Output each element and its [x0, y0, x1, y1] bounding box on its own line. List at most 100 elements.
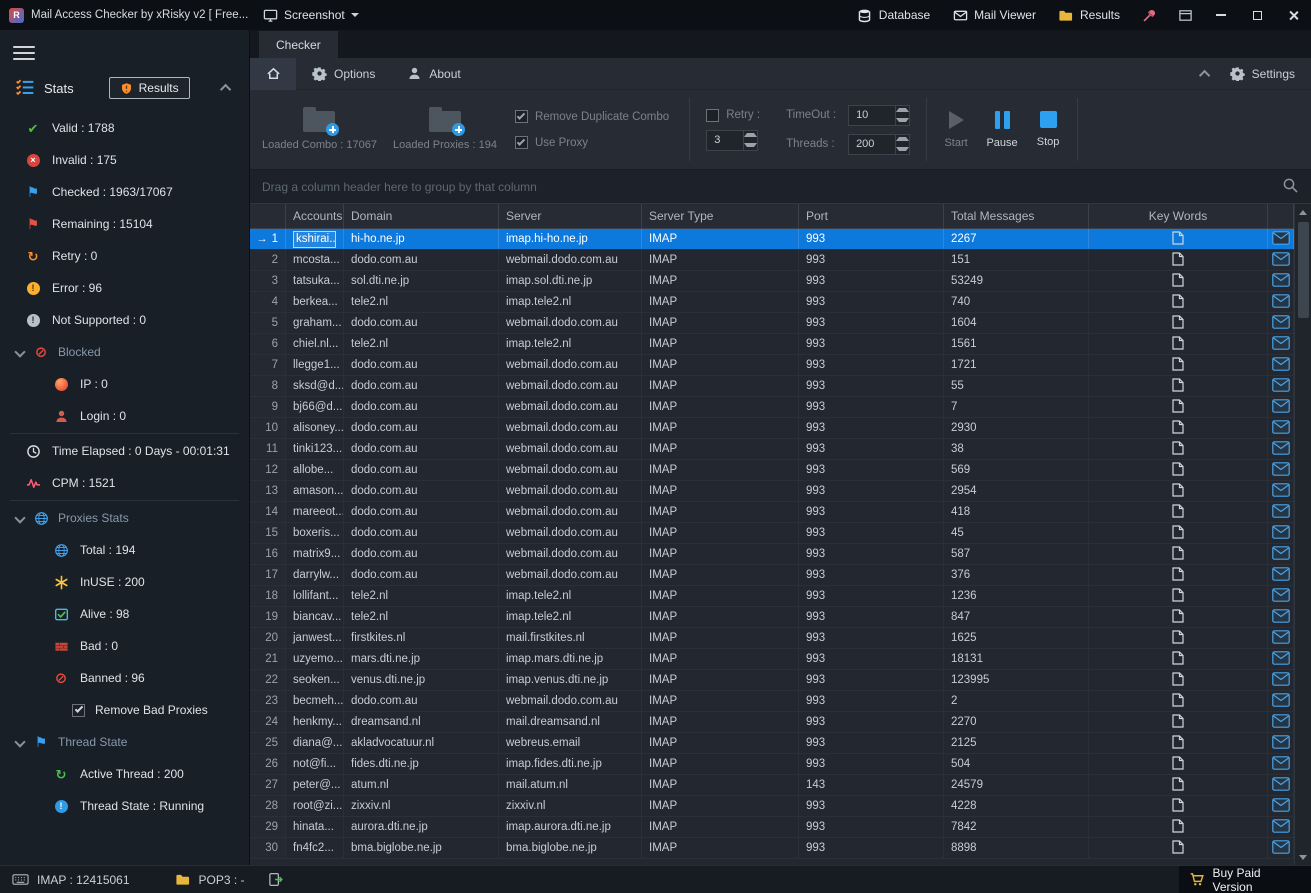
cell-port[interactable]: 993: [799, 418, 944, 438]
table-row[interactable]: 28root@zi...zixxiv.nlzixxiv.nlIMAP993422…: [250, 796, 1294, 817]
cell-total-messages[interactable]: 1561: [944, 334, 1089, 354]
cell-open-mail[interactable]: [1268, 397, 1294, 417]
cell-key-words[interactable]: [1089, 607, 1268, 627]
cell-key-words[interactable]: [1089, 292, 1268, 312]
cell-server-type[interactable]: IMAP: [642, 733, 799, 753]
cell-total-messages[interactable]: 1604: [944, 313, 1089, 333]
cell-server[interactable]: webmail.dodo.com.au: [499, 397, 642, 417]
table-row[interactable]: 22seoken...venus.dti.ne.jpimap.venus.dti…: [250, 670, 1294, 691]
vertical-scrollbar[interactable]: [1294, 204, 1311, 865]
cell-server-type[interactable]: IMAP: [642, 355, 799, 375]
ribbon-tab-options[interactable]: Options: [296, 58, 391, 90]
cell-key-words[interactable]: [1089, 250, 1268, 270]
mail-viewer-button[interactable]: Mail Viewer: [941, 0, 1047, 30]
cell-key-words[interactable]: [1089, 481, 1268, 501]
document-icon[interactable]: [1172, 756, 1184, 773]
cell-total-messages[interactable]: 123995: [944, 670, 1089, 690]
cell-key-words[interactable]: [1089, 649, 1268, 669]
cell-server-type[interactable]: IMAP: [642, 523, 799, 543]
open-mail-icon[interactable]: [1272, 483, 1290, 500]
cell-account[interactable]: berkea...: [286, 292, 344, 312]
cell-server[interactable]: webreus.email: [499, 733, 642, 753]
cell-account[interactable]: boxeris...: [286, 523, 344, 543]
remove-duplicate-checkbox[interactable]: Remove Duplicate Combo: [515, 110, 669, 123]
cell-key-words[interactable]: [1089, 670, 1268, 690]
cell-server-type[interactable]: IMAP: [642, 607, 799, 627]
cell-server-type[interactable]: IMAP: [642, 229, 799, 249]
cell-account[interactable]: kshirai...: [286, 229, 344, 249]
cell-server-type[interactable]: IMAP: [642, 796, 799, 816]
expander-chevron-icon[interactable]: [14, 736, 25, 747]
cell-account[interactable]: lollifant...: [286, 586, 344, 606]
open-mail-icon[interactable]: [1272, 588, 1290, 605]
cell-key-words[interactable]: [1089, 418, 1268, 438]
document-icon[interactable]: [1172, 357, 1184, 374]
expander-chevron-icon[interactable]: [14, 512, 25, 523]
cell-server[interactable]: imap.tele2.nl: [499, 334, 642, 354]
open-mail-icon[interactable]: [1272, 693, 1290, 710]
cell-port[interactable]: 993: [799, 523, 944, 543]
cell-port[interactable]: 993: [799, 796, 944, 816]
document-icon[interactable]: [1172, 819, 1184, 836]
collapse-chevron-icon[interactable]: [220, 84, 231, 95]
cell-total-messages[interactable]: 504: [944, 754, 1089, 774]
document-icon[interactable]: [1172, 420, 1184, 437]
scroll-down-icon[interactable]: [1295, 849, 1311, 865]
document-icon[interactable]: [1172, 483, 1184, 500]
cell-server-type[interactable]: IMAP: [642, 397, 799, 417]
cell-open-mail[interactable]: [1268, 628, 1294, 648]
cell-server[interactable]: webmail.dodo.com.au: [499, 313, 642, 333]
cell-server[interactable]: mail.dreamsand.nl: [499, 712, 642, 732]
cell-domain[interactable]: dreamsand.nl: [344, 712, 499, 732]
table-row[interactable]: 15boxeris...dodo.com.auwebmail.dodo.com.…: [250, 523, 1294, 544]
table-row[interactable]: 26not@fi...fides.dti.ne.jpimap.fides.dti…: [250, 754, 1294, 775]
cell-open-mail[interactable]: [1268, 733, 1294, 753]
stepper-up-icon[interactable]: [896, 106, 909, 116]
settings-button[interactable]: Settings: [1230, 66, 1295, 81]
cell-open-mail[interactable]: [1268, 670, 1294, 690]
cell-port[interactable]: 993: [799, 649, 944, 669]
cell-server-type[interactable]: IMAP: [642, 334, 799, 354]
sidebar-item-proxies-stats[interactable]: Proxies Stats: [0, 502, 249, 534]
stepper-down-icon[interactable]: [744, 140, 757, 150]
cell-domain[interactable]: aurora.dti.ne.jp: [344, 817, 499, 837]
cell-key-words[interactable]: [1089, 565, 1268, 585]
cell-domain[interactable]: tele2.nl: [344, 607, 499, 627]
cell-account[interactable]: henkmy...: [286, 712, 344, 732]
document-icon[interactable]: [1172, 378, 1184, 395]
cell-port[interactable]: 993: [799, 607, 944, 627]
document-icon[interactable]: [1172, 567, 1184, 584]
cell-open-mail[interactable]: [1268, 250, 1294, 270]
cell-server[interactable]: webmail.dodo.com.au: [499, 355, 642, 375]
cell-account[interactable]: llegge1...: [286, 355, 344, 375]
cell-port[interactable]: 993: [799, 733, 944, 753]
scroll-up-icon[interactable]: [1295, 204, 1311, 220]
document-icon[interactable]: [1172, 231, 1184, 248]
cell-port[interactable]: 993: [799, 712, 944, 732]
cell-server-type[interactable]: IMAP: [642, 376, 799, 396]
cell-total-messages[interactable]: 418: [944, 502, 1089, 522]
cell-key-words[interactable]: [1089, 733, 1268, 753]
open-mail-icon[interactable]: [1272, 798, 1290, 815]
document-icon[interactable]: [1172, 546, 1184, 563]
table-row[interactable]: 23becmeh...dodo.com.auwebmail.dodo.com.a…: [250, 691, 1294, 712]
cell-open-mail[interactable]: [1268, 607, 1294, 627]
document-icon[interactable]: [1172, 504, 1184, 521]
use-proxy-checkbox[interactable]: Use Proxy: [515, 136, 669, 149]
stepper-up-icon[interactable]: [896, 135, 909, 145]
cell-domain[interactable]: akladvocatuur.nl: [344, 733, 499, 753]
document-icon[interactable]: [1172, 294, 1184, 311]
cell-domain[interactable]: dodo.com.au: [344, 460, 499, 480]
cell-server[interactable]: webmail.dodo.com.au: [499, 691, 642, 711]
cell-server-type[interactable]: IMAP: [642, 271, 799, 291]
open-mail-icon[interactable]: [1272, 294, 1290, 311]
cell-total-messages[interactable]: 53249: [944, 271, 1089, 291]
cell-server[interactable]: imap.sol.dti.ne.jp: [499, 271, 642, 291]
cell-total-messages[interactable]: 376: [944, 565, 1089, 585]
cell-open-mail[interactable]: [1268, 775, 1294, 795]
document-icon[interactable]: [1172, 273, 1184, 290]
cell-key-words[interactable]: [1089, 586, 1268, 606]
cell-server-type[interactable]: IMAP: [642, 544, 799, 564]
table-row[interactable]: 12allobe...dodo.com.auwebmail.dodo.com.a…: [250, 460, 1294, 481]
cell-port[interactable]: 993: [799, 439, 944, 459]
